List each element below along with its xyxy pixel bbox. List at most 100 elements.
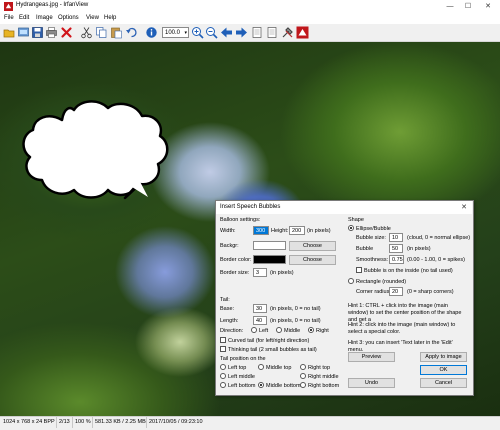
pos-right-top-label: Right top (308, 365, 331, 371)
width-label: Width: (220, 228, 236, 234)
size-unit-label: (in pixels) (307, 228, 331, 234)
bubble-unit: (in pixels) (407, 246, 431, 252)
ok-button[interactable]: OK (420, 365, 467, 375)
next-icon[interactable] (235, 26, 248, 39)
pos-middle-bottom-label: Middle bottom (266, 383, 301, 389)
bubble-input[interactable]: 50 (389, 244, 403, 253)
tail-length-label: Length: (220, 318, 239, 324)
curved-tail-checkbox[interactable] (220, 337, 226, 343)
thinking-tail-checkbox[interactable] (220, 346, 226, 352)
smoothness-label: Smoothness: (356, 257, 389, 263)
ellipse-bubble-label: Ellipse/Bubble (356, 226, 391, 232)
background-color-swatch (253, 241, 286, 250)
menu-view[interactable]: View (86, 15, 99, 21)
pos-right-bottom-label: Right bottom (308, 383, 340, 389)
info-icon[interactable] (145, 26, 158, 39)
direction-right-radio[interactable] (308, 327, 314, 333)
corner-radius-note: (0 = sharp corners) (407, 289, 454, 295)
previous-icon[interactable] (220, 26, 233, 39)
tail-heading: Tail: (220, 297, 230, 303)
preview-button[interactable]: Preview (348, 352, 395, 362)
zoom-select[interactable]: 100.0 ▾ (162, 27, 189, 38)
close-button[interactable]: ✕ (478, 0, 498, 13)
pos-left-top-label: Left top (228, 365, 247, 371)
irfanview-app-icon (4, 2, 13, 11)
rectangle-radio[interactable] (348, 278, 354, 284)
pos-right-middle-radio[interactable] (300, 373, 306, 379)
save-icon[interactable] (31, 26, 44, 39)
zoom-value: 100.0 (165, 30, 181, 36)
choose-border-color-button[interactable]: Choose (289, 255, 336, 265)
border-size-unit: (in pixels) (270, 270, 294, 276)
dialog-close-button[interactable]: ✕ (458, 202, 470, 213)
zoom-out-icon[interactable] (205, 26, 218, 39)
first-page-icon[interactable] (251, 26, 264, 39)
cut-icon[interactable] (80, 26, 93, 39)
tail-base-label: Base: (220, 306, 235, 312)
hint-1: Hint 1: CTRL + click into the image (mai… (348, 303, 462, 323)
pos-left-bottom-label: Left bottom (228, 383, 256, 389)
direction-left-label: Left (259, 328, 269, 334)
settings-icon[interactable] (281, 26, 294, 39)
apply-to-image-button[interactable]: Apply to image (420, 352, 467, 362)
last-page-icon[interactable] (266, 26, 279, 39)
width-input[interactable]: 300 (253, 226, 269, 235)
dialog-title: Insert Speech Bubbles (220, 204, 281, 210)
menu-file[interactable]: File (4, 15, 14, 21)
pos-right-top-radio[interactable] (300, 364, 306, 370)
undo-button[interactable]: Undo (348, 378, 395, 388)
minimize-button[interactable]: — (440, 0, 460, 13)
pos-right-bottom-radio[interactable] (300, 382, 306, 388)
bubble-inside-checkbox[interactable] (356, 267, 362, 273)
curved-tail-label: Curved tail (for left/right direction) (228, 338, 310, 344)
undo-icon[interactable] (125, 26, 138, 39)
menu-help[interactable]: Help (104, 15, 116, 21)
thinking-tail-label: Thinking tail (2 small bubbles as tail) (228, 347, 317, 353)
zoom-in-icon[interactable] (191, 26, 204, 39)
menu-options[interactable]: Options (58, 15, 79, 21)
print-icon[interactable] (45, 26, 58, 39)
irfanview-logo-icon[interactable] (296, 26, 309, 39)
tail-length-input[interactable]: 40 (253, 316, 267, 325)
bubble-size-label: Bubble size: (356, 235, 386, 241)
border-size-input[interactable]: 3 (253, 268, 267, 277)
status-separator (72, 417, 73, 428)
background-color-label: Backgr: (220, 243, 239, 249)
copy-icon[interactable] (95, 26, 108, 39)
direction-middle-label: Middle (284, 328, 301, 334)
tail-position-label: Tail position on the (220, 356, 266, 362)
height-input[interactable]: 200 (289, 226, 305, 235)
pos-left-top-radio[interactable] (220, 364, 226, 370)
status-index: 2/13 (59, 419, 70, 425)
slideshow-icon[interactable] (17, 26, 30, 39)
maximize-button[interactable]: ☐ (458, 0, 478, 13)
corner-radius-input[interactable]: 20 (389, 287, 403, 296)
tail-base-input[interactable]: 30 (253, 304, 267, 313)
delete-icon[interactable] (60, 26, 73, 39)
status-separator (92, 417, 93, 428)
pos-middle-top-radio[interactable] (258, 364, 264, 370)
tail-base-unit: (in pixels, 0 = no tail) (270, 306, 321, 312)
pos-left-bottom-radio[interactable] (220, 382, 226, 388)
bubble-size-note: (cloud, 0 = normal ellipse) (407, 235, 471, 241)
pos-middle-bottom-radio[interactable] (258, 382, 264, 388)
paste-icon[interactable] (110, 26, 123, 39)
balloon-settings-heading: Balloon settings: (220, 217, 261, 223)
ellipse-bubble-radio[interactable] (348, 225, 354, 231)
menu-edit[interactable]: Edit (19, 15, 29, 21)
pos-right-middle-label: Right middle (308, 374, 339, 380)
open-folder-icon[interactable] (3, 26, 16, 39)
choose-background-button[interactable]: Choose (289, 241, 336, 251)
cancel-button[interactable]: Cancel (420, 378, 467, 388)
bubble-label: Bubble (356, 246, 374, 252)
direction-middle-radio[interactable] (276, 327, 282, 333)
toolbar (0, 24, 500, 42)
smoothness-input[interactable]: 0.75 (389, 255, 404, 264)
border-color-swatch (253, 255, 286, 264)
rectangle-label: Rectangle (rounded) (356, 279, 407, 285)
bubble-size-input[interactable]: 10 (389, 233, 403, 242)
menu-image[interactable]: Image (36, 15, 53, 21)
direction-left-radio[interactable] (251, 327, 257, 333)
pos-left-middle-radio[interactable] (220, 373, 226, 379)
direction-label: Direction: (220, 328, 244, 334)
